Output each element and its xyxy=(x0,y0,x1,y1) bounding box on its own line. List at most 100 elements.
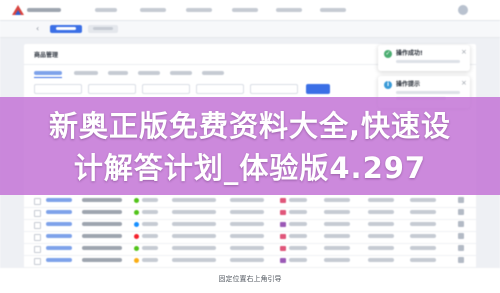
tab-label-placeholder xyxy=(56,27,76,30)
cell-stock-placeholder xyxy=(324,222,350,226)
search-button[interactable] xyxy=(306,84,330,94)
cell-status-placeholder xyxy=(142,222,158,226)
nav-item[interactable] xyxy=(140,8,166,12)
nav-item[interactable] xyxy=(95,8,117,12)
cell-item-placeholder xyxy=(230,210,264,214)
filter-tab[interactable] xyxy=(74,71,98,75)
toast-title: 操作成功! xyxy=(396,50,423,57)
price-tag xyxy=(280,198,286,203)
app-root: ‹ 商品管理 ✓ 操作成功! × i 操作提示 × 新奥正版免费资料大全,快速设… xyxy=(0,0,500,293)
cell-id-placeholder[interactable] xyxy=(46,210,72,214)
cell-price-placeholder xyxy=(289,258,307,262)
cell-desc-placeholder xyxy=(172,246,216,250)
cell-item-placeholder xyxy=(230,258,264,262)
toast-text-placeholder xyxy=(396,60,460,63)
cell-item-placeholder xyxy=(230,234,264,238)
logo-icon xyxy=(12,5,24,15)
logo-text-placeholder xyxy=(27,8,61,12)
nav-item[interactable] xyxy=(276,8,302,12)
cell-date-placeholder xyxy=(368,222,394,226)
row-action-icon[interactable] xyxy=(458,197,464,203)
status-dot xyxy=(134,246,139,251)
filter-tab-active[interactable] xyxy=(34,71,62,75)
cell-status-placeholder xyxy=(142,258,158,262)
filter-tab[interactable] xyxy=(138,71,160,75)
tab-inactive[interactable] xyxy=(88,25,118,33)
cell-date-placeholder xyxy=(410,210,436,214)
cell-id-placeholder[interactable] xyxy=(46,234,72,238)
cell-code-placeholder xyxy=(82,234,122,238)
cell-code-placeholder xyxy=(82,258,122,262)
cell-id-placeholder[interactable] xyxy=(46,258,72,262)
tab-bar: ‹ xyxy=(0,21,500,38)
tab-active[interactable] xyxy=(50,25,82,33)
cell-date-placeholder xyxy=(368,210,394,214)
filter-input[interactable] xyxy=(250,84,298,94)
filter-input[interactable] xyxy=(88,84,136,94)
cell-item-placeholder xyxy=(230,222,264,226)
row-action-icon[interactable] xyxy=(458,209,464,215)
status-dot xyxy=(134,234,139,239)
tab-label-placeholder xyxy=(93,27,113,30)
cell-price-placeholder xyxy=(289,222,307,226)
caption: 固定位置右上角引导 xyxy=(218,275,282,283)
cell-status-placeholder xyxy=(142,234,158,238)
cell-status-placeholder xyxy=(142,198,158,202)
nav-item[interactable] xyxy=(186,8,212,12)
row-checkbox[interactable] xyxy=(34,258,41,265)
cell-item-placeholder xyxy=(230,198,264,202)
row-action-icon[interactable] xyxy=(458,221,464,227)
table-row[interactable] xyxy=(24,254,476,268)
cell-id-placeholder[interactable] xyxy=(46,198,72,202)
price-tag xyxy=(280,210,286,215)
cell-price-placeholder xyxy=(289,198,307,202)
close-icon[interactable]: × xyxy=(461,79,467,87)
chevron-left-icon[interactable]: ‹ xyxy=(36,25,44,33)
row-action-icon[interactable] xyxy=(458,257,464,263)
cell-date-placeholder xyxy=(368,258,394,262)
nav-item[interactable] xyxy=(232,8,258,12)
cell-desc-placeholder xyxy=(172,210,216,214)
table-body xyxy=(24,194,476,268)
toast-title: 操作提示 xyxy=(396,81,421,88)
cell-item-placeholder xyxy=(230,246,264,250)
cell-code-placeholder xyxy=(82,246,122,250)
filter-tab[interactable] xyxy=(108,71,128,75)
top-navbar xyxy=(0,0,500,21)
cell-desc-placeholder xyxy=(172,198,216,202)
close-icon[interactable]: × xyxy=(461,48,467,56)
row-checkbox[interactable] xyxy=(34,198,41,205)
cell-code-placeholder xyxy=(82,198,122,202)
price-tag xyxy=(280,246,286,251)
cell-date-placeholder xyxy=(410,258,436,262)
nav-item[interactable] xyxy=(320,8,346,12)
filter-tab[interactable] xyxy=(202,71,224,75)
row-checkbox[interactable] xyxy=(34,222,41,229)
price-tag xyxy=(280,258,286,263)
user-avatar-icon[interactable] xyxy=(458,5,468,15)
banner-line-2: 计解答计划_体验版4.297 xyxy=(73,151,427,185)
cell-id-placeholder[interactable] xyxy=(46,246,72,250)
cell-id-placeholder[interactable] xyxy=(46,222,72,226)
filter-input[interactable] xyxy=(34,84,82,94)
banner-line-1: 新奥正版免费资料大全,快速设 xyxy=(48,109,452,143)
check-circle-icon: ✓ xyxy=(384,50,392,58)
row-checkbox[interactable] xyxy=(34,234,41,241)
filter-tab-underline xyxy=(34,77,62,78)
filter-input[interactable] xyxy=(196,84,244,94)
cell-stock-placeholder xyxy=(324,198,350,202)
row-action-icon[interactable] xyxy=(458,233,464,239)
cell-stock-placeholder xyxy=(324,246,350,250)
info-circle-icon: i xyxy=(384,81,392,89)
cell-desc-placeholder xyxy=(172,258,216,262)
filter-input[interactable] xyxy=(142,84,190,94)
row-checkbox[interactable] xyxy=(34,210,41,217)
price-tag xyxy=(280,222,286,227)
row-action-icon[interactable] xyxy=(458,245,464,251)
cell-date-placeholder xyxy=(410,246,436,250)
filter-tab[interactable] xyxy=(170,71,192,75)
cell-date-placeholder xyxy=(410,198,436,202)
row-checkbox[interactable] xyxy=(34,246,41,253)
toast-success: ✓ 操作成功! × xyxy=(378,45,470,71)
cell-date-placeholder xyxy=(368,246,394,250)
